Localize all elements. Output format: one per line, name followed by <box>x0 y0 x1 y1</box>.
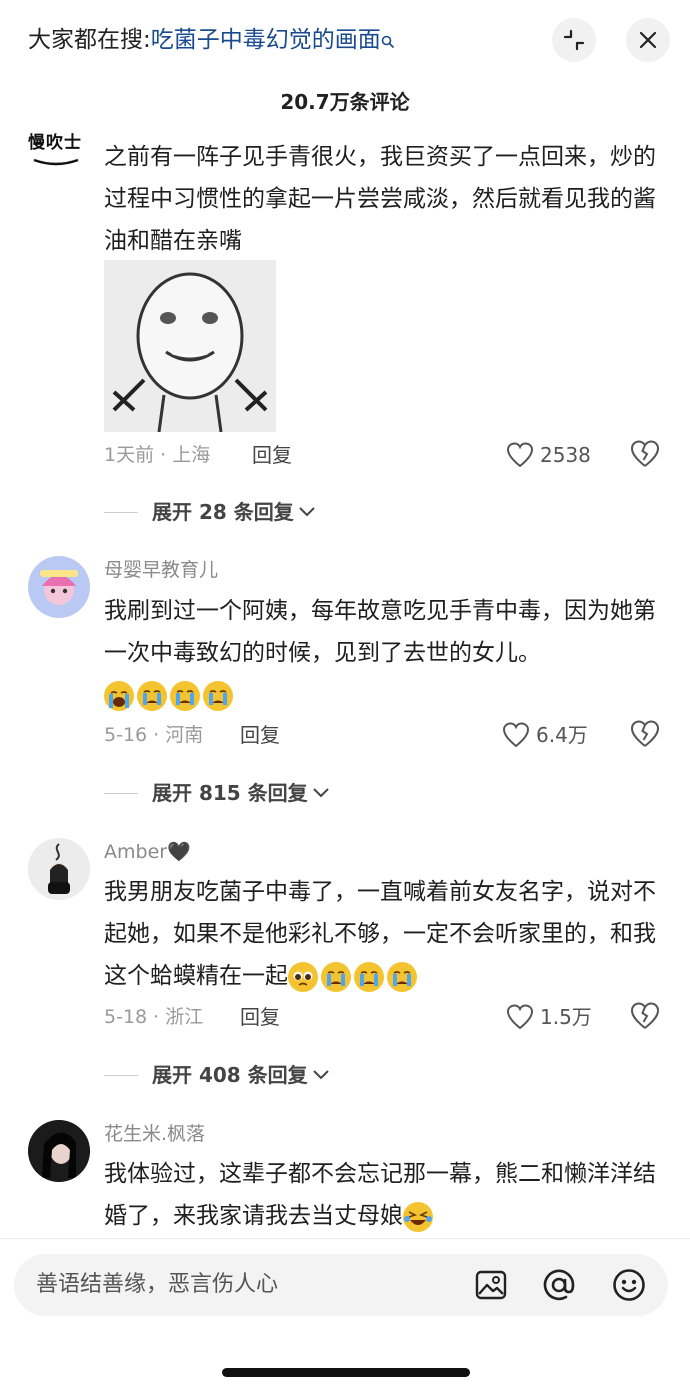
laughing-tears-emoji <box>403 1201 433 1232</box>
close-button[interactable] <box>626 18 670 62</box>
search-prefix: 大家都在搜: <box>28 27 151 53</box>
at-icon <box>543 1269 575 1301</box>
search-suggestion[interactable]: 大家都在搜:吃菌子中毒幻觉的画面 <box>28 22 395 58</box>
comment-count: 20.7万条评论 <box>280 90 410 114</box>
comment-meta: 5-16 · 河南 <box>104 724 204 746</box>
heart-icon <box>506 442 534 468</box>
search-query-link[interactable]: 吃菌子中毒幻觉的画面 <box>151 27 381 53</box>
home-indicator[interactable] <box>222 1368 470 1377</box>
expand-replies[interactable]: 展开 28 条回复 <box>104 497 316 527</box>
divider-line <box>104 1074 138 1076</box>
dislike-button[interactable] <box>630 720 660 752</box>
reply-button[interactable]: 回复 <box>252 440 292 470</box>
collapse-icon <box>563 29 585 51</box>
comment-text: 之前有一阵子见手青很火，我巨资买了一点回来，炒的过程中习惯性的拿起一片尝尝咸淡，… <box>104 144 656 254</box>
username[interactable]: 母婴早教育儿 <box>104 556 218 584</box>
image-icon <box>475 1270 507 1300</box>
crying-emoji <box>137 680 167 711</box>
heart-icon <box>506 1004 534 1030</box>
crying-emoji <box>354 961 384 992</box>
comment-text: 我刷到过一个阿姨，每年故意吃见手青中毒，因为她第一次中毒致幻的时候，见到了去世的… <box>104 590 674 716</box>
like-count: 6.4万 <box>536 723 588 747</box>
collapse-button[interactable] <box>552 18 596 62</box>
pleading-emoji <box>288 961 318 992</box>
comment-meta: 5-18 · 浙江 <box>104 1006 204 1028</box>
reply-button[interactable]: 回复 <box>240 1002 280 1032</box>
loudly-crying-emoji <box>104 680 134 711</box>
reply-button[interactable]: 回复 <box>240 720 280 750</box>
username[interactable]: Amber🖤 <box>104 838 191 866</box>
bottom-divider <box>0 1238 690 1239</box>
crying-emoji <box>170 680 200 711</box>
like-count: 2538 <box>540 443 591 467</box>
username[interactable]: 花生米.枫落 <box>104 1120 205 1148</box>
expand-replies-label: 展开 408 条回复 <box>152 1063 308 1087</box>
comment-meta: 1天前 · 上海 <box>104 444 211 466</box>
search-icon <box>381 24 395 49</box>
mention-button[interactable] <box>540 1266 578 1304</box>
avatar[interactable]: 慢吹士 <box>28 128 88 166</box>
smiley-icon <box>613 1269 645 1301</box>
close-icon <box>639 31 657 49</box>
heart-icon <box>502 722 530 748</box>
emoji-row <box>104 680 236 711</box>
like-button[interactable]: 1.5万 <box>506 1002 592 1032</box>
comment-input-placeholder: 善语结善缘，恶言伤人心 <box>36 1272 279 1297</box>
chevron-down-icon <box>312 788 329 798</box>
expand-replies-label: 展开 815 条回复 <box>152 781 308 805</box>
like-button[interactable]: 2538 <box>506 440 591 470</box>
broken-heart-icon <box>630 720 660 747</box>
chevron-down-icon <box>299 507 315 517</box>
emoji-button[interactable] <box>610 1266 648 1304</box>
expand-replies[interactable]: 展开 408 条回复 <box>104 1060 330 1090</box>
broken-heart-icon <box>630 440 660 467</box>
dislike-button[interactable] <box>630 440 660 472</box>
dislike-button[interactable] <box>630 1002 660 1034</box>
crying-emoji <box>387 961 417 992</box>
image-button[interactable] <box>472 1266 510 1304</box>
comment-text: 我男朋友吃菌子中毒了，一直喊着前女友名字，说对不起她，如果不是他彩礼不够，一定不… <box>104 871 674 997</box>
avatar[interactable] <box>28 838 90 900</box>
expand-replies[interactable]: 展开 815 条回复 <box>104 778 330 808</box>
comment-text-body: 我刷到过一个阿姨，每年故意吃见手青中毒，因为她第一次中毒致幻的时候，见到了去世的… <box>104 598 656 666</box>
crying-emoji <box>203 680 233 711</box>
chevron-down-icon <box>312 1070 329 1080</box>
avatar[interactable] <box>28 556 90 618</box>
comment-input[interactable]: 善语结善缘，恶言伤人心 <box>14 1254 668 1316</box>
crying-emoji <box>321 961 351 992</box>
divider-line <box>104 511 138 513</box>
like-count: 1.5万 <box>540 1005 592 1029</box>
sticker-image[interactable] <box>104 260 276 432</box>
like-button[interactable]: 6.4万 <box>502 720 588 750</box>
top-bar: 大家都在搜:吃菌子中毒幻觉的画面 <box>0 0 690 80</box>
expand-replies-label: 展开 28 条回复 <box>152 500 294 524</box>
avatar-logo-text: 慢吹士 <box>28 133 82 152</box>
comment-text: 我体验过，这辈子都不会忘记那一幕，熊二和懒洋洋结婚了，来我家请我去当丈母娘 <box>104 1153 674 1237</box>
broken-heart-icon <box>630 1002 660 1029</box>
comment-text-body: 我体验过，这辈子都不会忘记那一幕，熊二和懒洋洋结婚了，来我家请我去当丈母娘 <box>104 1161 656 1229</box>
avatar[interactable] <box>28 1120 90 1182</box>
divider-line <box>104 792 138 794</box>
